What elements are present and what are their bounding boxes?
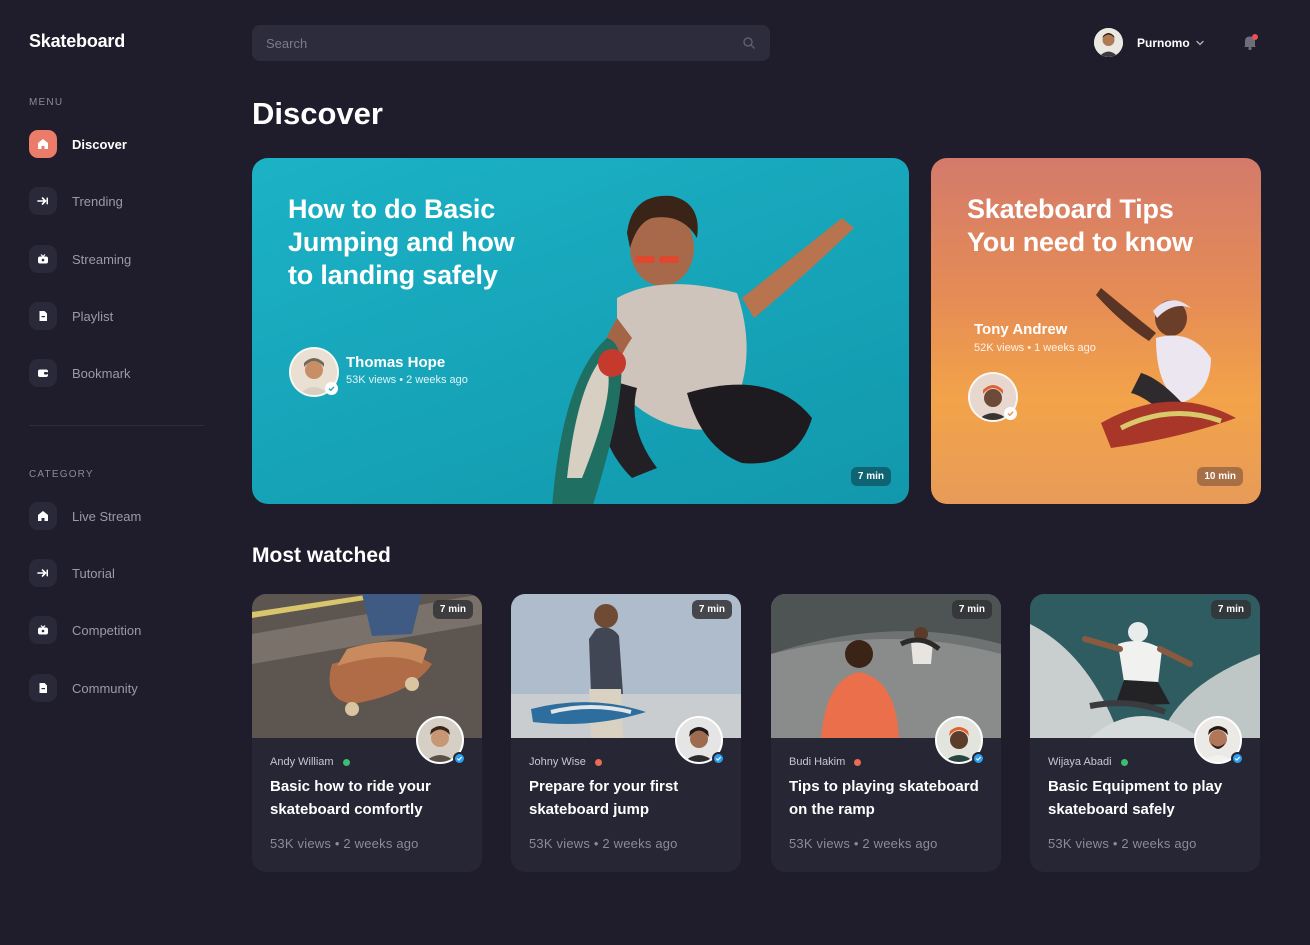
verified-icon [453, 752, 466, 765]
author-name: Wijaya Abadi [1048, 756, 1112, 768]
notification-button[interactable] [1241, 33, 1259, 51]
sidebar-item-label: Competition [72, 622, 142, 638]
status-dot [342, 758, 350, 766]
sidebar-item-streaming[interactable]: Streaming [29, 244, 131, 274]
video-meta: 53K views • 2 weeks ago [789, 836, 938, 851]
sidebar-item-label: Playlist [72, 308, 114, 324]
document-icon [29, 302, 57, 330]
duration-badge: 10 min [1197, 467, 1243, 486]
video-card[interactable]: 7 min Budi Hakim Tips to playing skatebo… [771, 594, 1001, 872]
author-name: Johny Wise [529, 756, 586, 768]
featured-title: Skateboard Tips You need to know [967, 194, 1193, 257]
featured-title: How to do Basic Jumping and how to landi… [288, 194, 515, 290]
stream-icon [29, 245, 57, 273]
notification-dot [1252, 34, 1258, 40]
featured-author[interactable]: Tony Andrew [974, 321, 1067, 338]
user-menu[interactable]: Purnomo [1094, 28, 1205, 57]
search-bar [252, 25, 770, 61]
featured-meta: 52K views • 1 weeks ago [974, 342, 1096, 354]
home-icon [29, 130, 57, 158]
featured-author[interactable]: Thomas Hope [346, 354, 445, 371]
chevron-down-icon [1196, 40, 1204, 45]
featured-card[interactable]: How to do Basic Jumping and how to landi… [252, 158, 909, 504]
wallet-icon [29, 359, 57, 387]
video-author[interactable]: Johny Wise [529, 756, 602, 768]
stream-icon [29, 616, 57, 644]
sidebar-item-community[interactable]: Community [29, 673, 138, 703]
sidebar-item-bookmark[interactable]: Bookmark [29, 358, 131, 388]
video-card[interactable]: 7 min Andy William Basic how to ride you… [252, 594, 482, 872]
duration-badge: 7 min [691, 600, 732, 619]
sidebar-item-discover[interactable]: Discover [29, 129, 127, 159]
duration-badge: 7 min [850, 467, 891, 486]
video-author[interactable]: Budi Hakim [789, 756, 862, 768]
menu-section-label: MENU [29, 97, 64, 108]
sidebar-item-playlist[interactable]: Playlist [29, 301, 113, 331]
sidebar-item-label: Live Stream [72, 508, 142, 524]
search-icon[interactable] [742, 36, 756, 50]
home-icon [29, 502, 57, 530]
verified-icon [712, 752, 725, 765]
section-title: Most watched [252, 544, 391, 567]
arrow-right-icon [29, 559, 57, 587]
sidebar-divider [29, 425, 204, 426]
verified-icon [1231, 752, 1244, 765]
video-meta: 53K views • 2 weeks ago [529, 836, 678, 851]
video-card[interactable]: 7 min Johny Wise Prepare for your first … [511, 594, 741, 872]
author-name: Budi Hakim [789, 756, 846, 768]
sidebar: Skateboard MENU Discover Trending Stream… [0, 0, 230, 945]
video-meta: 53K views • 2 weeks ago [270, 836, 419, 851]
status-dot [1120, 758, 1128, 766]
sidebar-item-label: Tutorial [72, 565, 115, 581]
sidebar-item-trending[interactable]: Trending [29, 186, 123, 216]
video-title: Prepare for your first skateboard jump [529, 778, 679, 818]
status-dot [594, 758, 602, 766]
duration-badge: 7 min [951, 600, 992, 619]
author-name: Andy William [270, 756, 334, 768]
arrow-right-icon [29, 187, 57, 215]
video-author[interactable]: Andy William [270, 756, 350, 768]
featured-meta: 53K views • 2 weeks ago [346, 374, 468, 386]
featured-card[interactable]: Skateboard Tips You need to know Tony An… [931, 158, 1261, 504]
search-input[interactable] [266, 35, 742, 51]
verified-icon [972, 752, 985, 765]
verified-icon [1004, 407, 1017, 420]
sidebar-item-competition[interactable]: Competition [29, 615, 141, 645]
video-author[interactable]: Wijaya Abadi [1048, 756, 1128, 768]
video-meta: 53K views • 2 weeks ago [1048, 836, 1197, 851]
sidebar-item-label: Streaming [72, 251, 132, 267]
avatar [1094, 28, 1123, 57]
sidebar-item-live-stream[interactable]: Live Stream [29, 501, 141, 531]
user-name: Purnomo [1137, 35, 1190, 50]
brand-logo[interactable]: Skateboard [29, 31, 125, 52]
sidebar-item-label: Discover [72, 136, 127, 152]
sidebar-item-label: Trending [72, 193, 123, 209]
video-card[interactable]: 7 min Wijaya Abadi Basic Equipment to pl… [1030, 594, 1260, 872]
document-icon [29, 674, 57, 702]
skater-jump-illustration [552, 195, 854, 504]
sidebar-item-label: Community [72, 680, 138, 696]
duration-badge: 7 min [1210, 600, 1251, 619]
video-title: Basic Equipment to play skateboard safel… [1048, 778, 1223, 818]
video-title: Basic how to ride your skateboard comfor… [270, 778, 431, 818]
sidebar-item-tutorial[interactable]: Tutorial [29, 558, 115, 588]
category-section-label: CATEGORY [29, 469, 94, 480]
verified-icon [325, 382, 338, 395]
sidebar-item-label: Bookmark [72, 365, 131, 381]
video-title: Tips to playing skateboard on the ramp [789, 778, 979, 818]
page-title: Discover [252, 96, 383, 131]
status-dot [854, 758, 862, 766]
duration-badge: 7 min [432, 600, 473, 619]
skater-trick-illustration [1096, 288, 1236, 448]
